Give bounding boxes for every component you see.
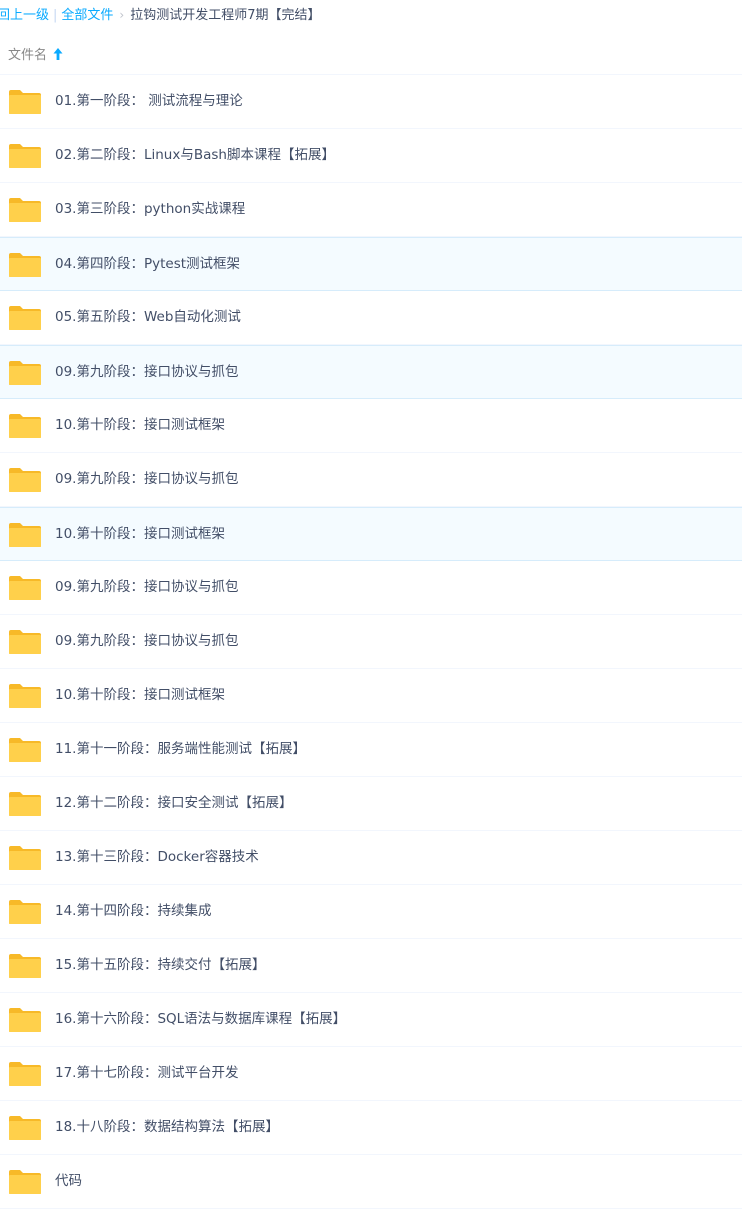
current-folder-label: 拉钩测试开发工程师7期【完结】: [130, 8, 321, 23]
folder-icon: [9, 630, 41, 654]
file-row[interactable]: 10.第十阶段：接口测试框架: [0, 669, 742, 723]
folder-icon: [9, 954, 41, 978]
file-name[interactable]: 14.第十四阶段：持续集成: [55, 885, 211, 938]
folder-icon: [9, 414, 41, 438]
file-row[interactable]: 11.第十一阶段：服务端性能测试【拓展】: [0, 723, 742, 777]
arrow-up-icon: [53, 48, 63, 60]
folder-icon: [9, 1062, 41, 1086]
folder-icon: [9, 361, 41, 385]
folder-icon: [9, 1116, 41, 1140]
file-row[interactable]: 09.第九阶段：接口协议与抓包: [0, 345, 742, 399]
file-row[interactable]: 01.第一阶段： 测试流程与理论: [0, 75, 742, 129]
file-name[interactable]: 10.第十阶段：接口测试框架: [55, 508, 225, 561]
file-name[interactable]: 05.第五阶段：Web自动化测试: [55, 291, 241, 344]
file-name[interactable]: 11.第十一阶段：服务端性能测试【拓展】: [55, 723, 306, 776]
file-name[interactable]: 09.第九阶段：接口协议与抓包: [55, 453, 238, 506]
folder-icon: [9, 198, 41, 222]
folder-icon: [9, 684, 41, 708]
file-row[interactable]: 04.第四阶段：Pytest测试框架: [0, 237, 742, 291]
folder-icon: [9, 792, 41, 816]
file-row[interactable]: 代码: [0, 1155, 742, 1209]
file-name[interactable]: 09.第九阶段：接口协议与抓包: [55, 615, 238, 668]
file-row[interactable]: 09.第九阶段：接口协议与抓包: [0, 453, 742, 507]
file-row[interactable]: 18.十八阶段：数据结构算法【拓展】: [0, 1101, 742, 1155]
folder-icon: [9, 523, 41, 547]
folder-icon: [9, 90, 41, 114]
file-row[interactable]: 17.第十七阶段：测试平台开发: [0, 1047, 742, 1101]
file-name[interactable]: 09.第九阶段：接口协议与抓包: [55, 346, 238, 399]
file-row[interactable]: 12.第十二阶段：接口安全测试【拓展】: [0, 777, 742, 831]
file-row[interactable]: 02.第二阶段：Linux与Bash脚本课程【拓展】: [0, 129, 742, 183]
folder-icon: [9, 253, 41, 277]
folder-icon: [9, 1008, 41, 1032]
file-row[interactable]: 15.第十五阶段：持续交付【拓展】: [0, 939, 742, 993]
file-row[interactable]: 09.第九阶段：接口协议与抓包: [0, 615, 742, 669]
file-name[interactable]: 10.第十阶段：接口测试框架: [55, 399, 225, 452]
file-row[interactable]: 10.第十阶段：接口测试框架: [0, 507, 742, 561]
file-name[interactable]: 代码: [55, 1155, 82, 1208]
file-name[interactable]: 13.第十三阶段：Docker容器技术: [55, 831, 259, 884]
file-row[interactable]: 10.第十阶段：接口测试框架: [0, 399, 742, 453]
file-row[interactable]: 09.第九阶段：接口协议与抓包: [0, 561, 742, 615]
file-row[interactable]: 13.第十三阶段：Docker容器技术: [0, 831, 742, 885]
file-name[interactable]: 17.第十七阶段：测试平台开发: [55, 1047, 238, 1100]
file-name[interactable]: 18.十八阶段：数据结构算法【拓展】: [55, 1101, 279, 1154]
all-files-link[interactable]: 全部文件: [61, 8, 113, 23]
file-name[interactable]: 01.第一阶段： 测试流程与理论: [55, 75, 243, 128]
column-label-filename: 文件名: [8, 48, 48, 63]
file-name[interactable]: 12.第十二阶段：接口安全测试【拓展】: [55, 777, 292, 830]
file-list: 01.第一阶段： 测试流程与理论 02.第二阶段：Linux与Bash脚本课程【拓…: [0, 75, 742, 1209]
file-row[interactable]: 03.第三阶段：python实战课程: [0, 183, 742, 237]
folder-icon: [9, 846, 41, 870]
sort-by-name-button[interactable]: 文件名: [8, 44, 64, 63]
folder-icon: [9, 900, 41, 924]
file-list-header: 文件名: [0, 30, 742, 75]
folder-icon: [9, 144, 41, 168]
file-name[interactable]: 02.第二阶段：Linux与Bash脚本课程【拓展】: [55, 129, 335, 182]
file-name[interactable]: 16.第十六阶段：SQL语法与数据库课程【拓展】: [55, 993, 346, 1046]
file-name[interactable]: 15.第十五阶段：持续交付【拓展】: [55, 939, 265, 992]
folder-icon: [9, 738, 41, 762]
file-name[interactable]: 03.第三阶段：python实战课程: [55, 183, 245, 236]
folder-icon: [9, 1170, 41, 1194]
breadcrumb: 回上一级 | 全部文件 › 拉钩测试开发工程师7期【完结】: [0, 0, 321, 30]
back-link[interactable]: 回上一级: [0, 8, 49, 23]
chevron-right-icon: ›: [119, 8, 125, 22]
folder-icon: [9, 306, 41, 330]
folder-icon: [9, 576, 41, 600]
file-row[interactable]: 14.第十四阶段：持续集成: [0, 885, 742, 939]
file-name[interactable]: 09.第九阶段：接口协议与抓包: [55, 561, 238, 614]
file-row[interactable]: 16.第十六阶段：SQL语法与数据库课程【拓展】: [0, 993, 742, 1047]
file-row[interactable]: 05.第五阶段：Web自动化测试: [0, 291, 742, 345]
file-name[interactable]: 04.第四阶段：Pytest测试框架: [55, 238, 240, 291]
folder-icon: [9, 468, 41, 492]
file-name[interactable]: 10.第十阶段：接口测试框架: [55, 669, 225, 722]
breadcrumb-separator: |: [53, 8, 58, 23]
